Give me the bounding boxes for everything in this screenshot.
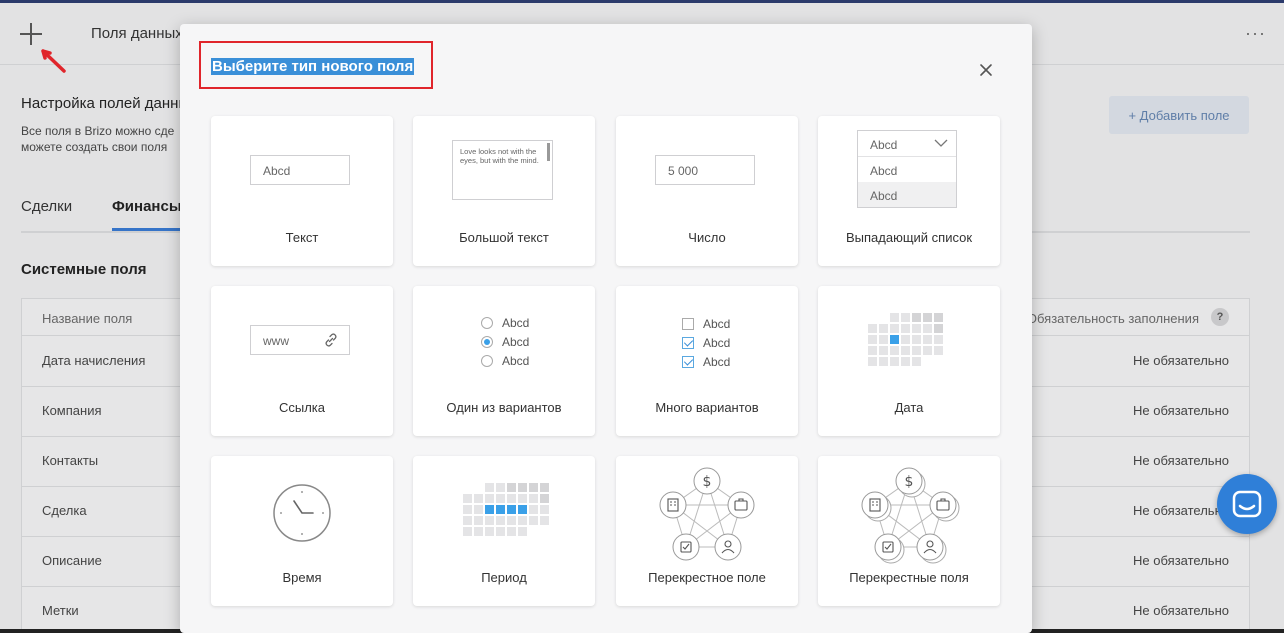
row-name: Контакты xyxy=(42,453,99,468)
checkbox-option: Abcd xyxy=(682,355,730,369)
card-cross-field[interactable]: $ Перекрестное поле xyxy=(616,456,798,606)
card-label: Период xyxy=(481,570,527,585)
row-required: Не обязательно xyxy=(1133,503,1229,518)
link-sample-text: www xyxy=(263,334,289,348)
radio-option: Abcd xyxy=(481,316,529,330)
checkbox-checked-icon xyxy=(682,337,694,349)
period-calendar-icon xyxy=(463,483,549,536)
link-sample-input: www xyxy=(250,325,350,355)
card-dropdown[interactable]: Abcd Abcd Abcd Выпадающий список xyxy=(818,116,1000,266)
checkbox-option: Abcd xyxy=(682,336,730,350)
add-field-button[interactable]: + Добавить поле xyxy=(1109,96,1249,134)
card-date[interactable]: Дата xyxy=(818,286,1000,436)
close-icon[interactable] xyxy=(976,60,996,80)
row-required: Не обязательно xyxy=(1133,353,1229,368)
bigtext-sample: Love looks not with the eyes, but with t… xyxy=(452,140,553,200)
card-big-text[interactable]: Love looks not with the eyes, but with t… xyxy=(413,116,595,266)
checkbox-option: Abcd xyxy=(682,317,730,331)
system-fields-title: Системные поля xyxy=(21,261,147,278)
radio-icon xyxy=(481,317,493,329)
more-icon[interactable]: ··· xyxy=(1245,23,1266,44)
cross-field-icon: $ xyxy=(659,467,755,561)
card-label: Ссылка xyxy=(278,400,326,415)
checkbox-checked-icon xyxy=(682,356,694,368)
row-name: Компания xyxy=(42,403,102,418)
page-title: Поля данных xyxy=(91,25,183,42)
option-label: Abcd xyxy=(703,355,731,369)
title-highlight-box: Выберите тип нового поля xyxy=(199,41,433,89)
chevron-down-icon xyxy=(934,139,948,147)
card-time[interactable]: Время xyxy=(211,456,393,606)
checkbox-icon xyxy=(682,318,694,330)
row-name: Метки xyxy=(42,603,79,618)
radio-option: Abcd xyxy=(481,335,529,349)
option-label: Abcd xyxy=(502,335,530,349)
card-label: Время xyxy=(282,570,322,585)
row-name: Сделка xyxy=(42,503,87,518)
card-label: Выпадающий список xyxy=(845,230,973,245)
tab-underline xyxy=(112,228,182,231)
section-title: Настройка полей данных xyxy=(21,95,197,112)
chat-button[interactable] xyxy=(1217,474,1277,534)
card-cross-fields[interactable]: $ Перекрестные поля xyxy=(818,456,1000,606)
svg-text:$: $ xyxy=(905,474,914,490)
dropdown-sample: Abcd Abcd Abcd xyxy=(857,130,957,208)
section-description: Все поля в Brizo можно сде можете создат… xyxy=(21,124,175,154)
card-label: Много вариантов xyxy=(655,400,759,415)
option-label: Abcd xyxy=(703,317,731,331)
arrow-annotation-icon xyxy=(41,49,66,73)
column-required-header: Обязательность заполнения xyxy=(1026,311,1199,326)
number-sample-input: 5 000 xyxy=(655,155,755,185)
row-name: Дата начисления xyxy=(42,353,146,368)
card-label: Большой текст xyxy=(459,230,549,245)
cross-fields-icon: $ xyxy=(861,467,960,564)
row-required: Не обязательно xyxy=(1133,553,1229,568)
scrollbar xyxy=(547,143,550,161)
tab-finance[interactable]: Финансы xyxy=(112,198,182,215)
radio-option: Abcd xyxy=(481,354,529,368)
calendar-icon xyxy=(868,313,943,366)
help-icon[interactable]: ? xyxy=(1211,308,1229,326)
card-text[interactable]: Abcd Текст xyxy=(211,116,393,266)
option-label: Abcd xyxy=(502,354,530,368)
card-label: Дата xyxy=(894,400,924,415)
card-single-choice[interactable]: Abcd Abcd Abcd Один из вариантов xyxy=(413,286,595,436)
card-multi-choice[interactable]: Abcd Abcd Abcd Много вариантов xyxy=(616,286,798,436)
card-label: Текст xyxy=(285,230,319,245)
column-name-header: Название поля xyxy=(42,311,133,326)
radio-icon xyxy=(481,355,493,367)
dropdown-option: Abcd xyxy=(870,164,898,178)
card-label: Перекрестное поле xyxy=(648,570,766,585)
card-label: Число xyxy=(688,230,726,245)
option-label: Abcd xyxy=(502,316,530,330)
field-type-modal: Выберите тип нового поля Abcd Текст Love… xyxy=(180,24,1032,633)
row-name: Описание xyxy=(42,553,102,568)
card-link[interactable]: www Ссылка xyxy=(211,286,393,436)
chat-icon xyxy=(1232,490,1262,518)
card-label: Перекрестные поля xyxy=(849,570,969,585)
clock-icon xyxy=(273,484,331,542)
row-required: Не обязательно xyxy=(1133,403,1229,418)
row-required: Не обязательно xyxy=(1133,603,1229,618)
card-number[interactable]: 5 000 Число xyxy=(616,116,798,266)
text-sample-input: Abcd xyxy=(250,155,350,185)
card-label: Один из вариантов xyxy=(446,400,562,415)
card-period[interactable]: Период xyxy=(413,456,595,606)
tab-deals[interactable]: Сделки xyxy=(21,198,72,215)
modal-title: Выберите тип нового поля xyxy=(211,58,415,75)
radio-selected-icon xyxy=(481,336,493,348)
row-required: Не обязательно xyxy=(1133,453,1229,468)
add-icon[interactable] xyxy=(20,23,42,45)
dropdown-option: Abcd xyxy=(858,182,956,207)
option-label: Abcd xyxy=(703,336,731,350)
link-icon xyxy=(325,333,337,347)
svg-text:$: $ xyxy=(703,474,712,490)
